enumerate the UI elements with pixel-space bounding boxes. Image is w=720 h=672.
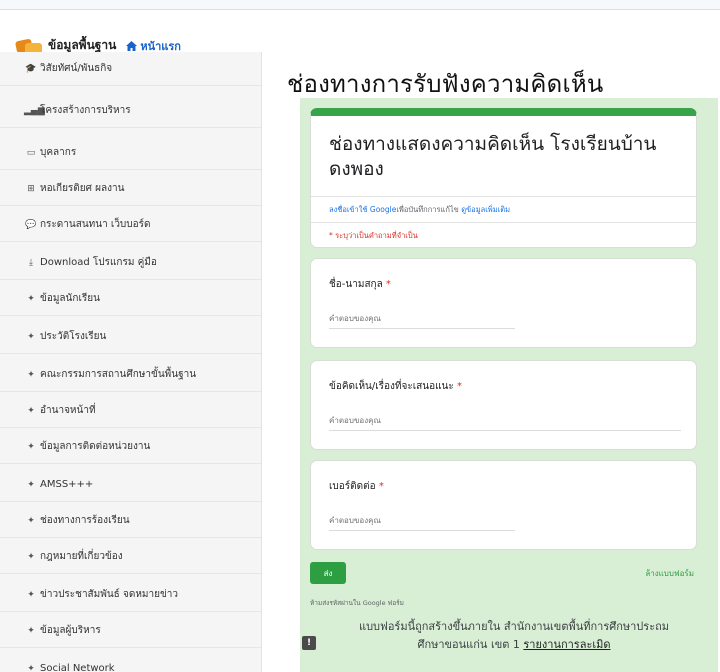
question-card-suggestion: ข้อคิดเห็น/เรื่องที่จะเสนอแนะ * xyxy=(310,360,697,450)
question-label-text: ชื่อ-นามสกุล xyxy=(329,279,383,290)
sidebar-item-label: อำนาจหน้าที่ xyxy=(40,405,96,416)
sidebar-item-social-network[interactable]: ✦ Social Network xyxy=(0,652,261,672)
sidebar-item-hall-of-fame[interactable]: ⊞ หอเกียรติยศ ผลงาน xyxy=(0,172,261,206)
puzzle-icon: ✦ xyxy=(27,331,35,342)
question-label: ข้อคิดเห็น/เรื่องที่จะเสนอแนะ * xyxy=(329,379,462,394)
sidebar-item-students[interactable]: ✦ ข้อมูลนักเรียน xyxy=(0,282,261,316)
footer-line-1: แบบฟอร์มนี้ถูกสร้างขึ้นภายใน สำนักงานเขต… xyxy=(358,620,670,633)
sidebar-item-vision[interactable]: 🎓 วิสัยทัศน์/พันธกิจ xyxy=(0,52,261,86)
embedded-google-form: ช่องทางแสดงความคิดเห็น โรงเรียนบ้านดงพอง… xyxy=(300,98,718,672)
sidebar-item-authority[interactable]: ✦ อำนาจหน้าที่ xyxy=(0,394,261,428)
download-icon: ⤓ xyxy=(29,257,33,268)
submit-button[interactable]: ส่ง xyxy=(310,562,346,584)
sidebar-item-contact[interactable]: ✦ ข้อมูลการติดต่อหน่วยงาน xyxy=(0,430,261,464)
sidebar-item-label: กระดานสนทนา เว็บบอร์ด xyxy=(40,219,151,230)
required-marker: * xyxy=(456,381,462,392)
sidebar-item-committee[interactable]: ✦ คณะกรรมการสถานศึกษาขั้นพื้นฐาน xyxy=(0,358,261,392)
puzzle-icon: ✦ xyxy=(27,515,35,526)
sidebar-item-label: ข้อมูลนักเรียน xyxy=(40,293,100,304)
sitemap-icon: ⊞ xyxy=(27,183,35,194)
clear-form-button[interactable]: ล้างแบบฟอร์ม xyxy=(645,567,694,580)
sidebar-item-history[interactable]: ✦ ประวัติโรงเรียน xyxy=(0,320,261,354)
sidebar-item-structure[interactable]: ▂▄▆ โครงสร้างการบริหาร xyxy=(0,94,261,128)
sidebar-item-label: ข้อมูลผู้บริหาร xyxy=(40,625,101,636)
sidebar-item-label: วิสัยทัศน์/พันธกิจ xyxy=(40,63,113,74)
question-label: เบอร์ติดต่อ * xyxy=(329,479,384,494)
question-card-phone: เบอร์ติดต่อ * xyxy=(310,460,697,550)
report-abuse-link[interactable]: รายงานการละเมิด xyxy=(523,638,610,651)
divider xyxy=(311,222,696,223)
puzzle-icon: ✦ xyxy=(27,441,35,452)
top-border xyxy=(0,0,720,10)
signin-link[interactable]: ลงชื่อเข้าใช้ Google xyxy=(329,205,396,214)
question-label-text: เบอร์ติดต่อ xyxy=(329,481,376,492)
signin-middle-text: เพื่อบันทึกการแก้ไข xyxy=(396,205,459,214)
graduation-cap-icon: 🎓 xyxy=(25,63,37,74)
sidebar-item-label: บุคลากร xyxy=(40,147,77,158)
signin-notice: ลงชื่อเข้าใช้ Googleเพื่อบันทึกการแก้ไข … xyxy=(329,204,510,216)
learn-more-link[interactable]: ดูข้อมูลเพิ่มเติม xyxy=(461,205,510,214)
phone-input[interactable] xyxy=(329,511,515,531)
puzzle-icon: ✦ xyxy=(27,369,35,380)
puzzle-icon: ✦ xyxy=(27,405,35,416)
puzzle-icon: ✦ xyxy=(27,551,35,562)
question-label: ชื่อ-นามสกุล * xyxy=(329,277,391,292)
puzzle-icon: ✦ xyxy=(27,663,35,672)
sidebar-item-amss[interactable]: ✦ AMSS+++ xyxy=(0,468,261,502)
sidebar-item-executives[interactable]: ✦ ข้อมูลผู้บริหาร xyxy=(0,614,261,648)
report-issue-icon[interactable]: ! xyxy=(302,636,316,650)
puzzle-icon: ✦ xyxy=(27,479,35,490)
required-marker: * xyxy=(385,279,391,290)
sidebar-item-label: โครงสร้างการบริหาร xyxy=(40,105,131,116)
form-title: ช่องทางแสดงความคิดเห็น โรงเรียนบ้านดงพอง xyxy=(329,133,657,180)
sidebar-item-label: ข่าวประชาสัมพันธ์ จดหมายข่าว xyxy=(40,589,179,600)
sidebar-item-complaints[interactable]: ✦ ช่องทางการร้องเรียน xyxy=(0,504,261,538)
sidebar-item-label: Download โปรแกรม คู่มือ xyxy=(40,257,157,268)
sidebar-item-label: กฎหมายที่เกี่ยวข้อง xyxy=(40,551,123,562)
sidebar-item-news[interactable]: ✦ ข่าวประชาสัมพันธ์ จดหมายข่าว xyxy=(0,578,261,612)
id-card-icon: ▭ xyxy=(26,147,36,158)
sidebar-item-label: คณะกรรมการสถานศึกษาขั้นพื้นฐาน xyxy=(40,369,197,380)
form-header-card: ช่องทางแสดงความคิดเห็น โรงเรียนบ้านดงพอง… xyxy=(310,108,697,248)
required-marker: * xyxy=(378,481,384,492)
home-icon xyxy=(126,40,138,51)
sidebar-item-label: ประวัติโรงเรียน xyxy=(40,331,107,342)
footer-line-2: ศึกษาขอนแก่น เขต 1 รายงานการละเมิด xyxy=(330,636,698,654)
sidebar-item-webboard[interactable]: 💬 กระดานสนทนา เว็บบอร์ด xyxy=(0,208,261,242)
sidebar-item-label: ช่องทางการร้องเรียน xyxy=(40,515,130,526)
comments-icon: 💬 xyxy=(25,219,37,230)
footer-line-2-text: ศึกษาขอนแก่น เขต 1 xyxy=(417,638,520,651)
bar-chart-icon: ▂▄▆ xyxy=(24,105,45,116)
question-card-name: ชื่อ-นามสกุล * xyxy=(310,258,697,348)
sidebar-item-label: ข้อมูลการติดต่อหน่วยงาน xyxy=(40,441,151,452)
required-note: * ระบุว่าเป็นคำถามที่จำเป็น xyxy=(329,231,418,240)
name-input[interactable] xyxy=(329,309,515,329)
suggestion-input[interactable] xyxy=(329,411,681,431)
question-label-text: ข้อคิดเห็น/เรื่องที่จะเสนอแนะ xyxy=(329,381,454,392)
puzzle-icon: ✦ xyxy=(27,589,35,600)
form-footer: แบบฟอร์มนี้ถูกสร้างขึ้นภายใน สำนักงานเขต… xyxy=(330,618,698,654)
divider xyxy=(311,196,696,197)
sidebar-item-label: หอเกียรติยศ ผลงาน xyxy=(40,183,125,194)
sidebar-item-personnel[interactable]: ▭ บุคลากร xyxy=(0,136,261,170)
sidebar: 🎓 วิสัยทัศน์/พันธกิจ ▂▄▆ โครงสร้างการบริหา… xyxy=(0,52,262,672)
puzzle-icon: ✦ xyxy=(27,625,35,636)
sidebar-item-label: AMSS+++ xyxy=(40,479,94,490)
puzzle-icon: ✦ xyxy=(27,293,35,304)
sidebar-item-label: Social Network xyxy=(40,663,115,672)
password-warning: ห้ามส่งรหัสผ่านใน Google ฟอร์ม xyxy=(310,599,404,607)
sidebar-item-laws[interactable]: ✦ กฎหมายที่เกี่ยวข้อง xyxy=(0,540,261,574)
sidebar-item-download[interactable]: ⤓ Download โปรแกรม คู่มือ xyxy=(0,246,261,280)
